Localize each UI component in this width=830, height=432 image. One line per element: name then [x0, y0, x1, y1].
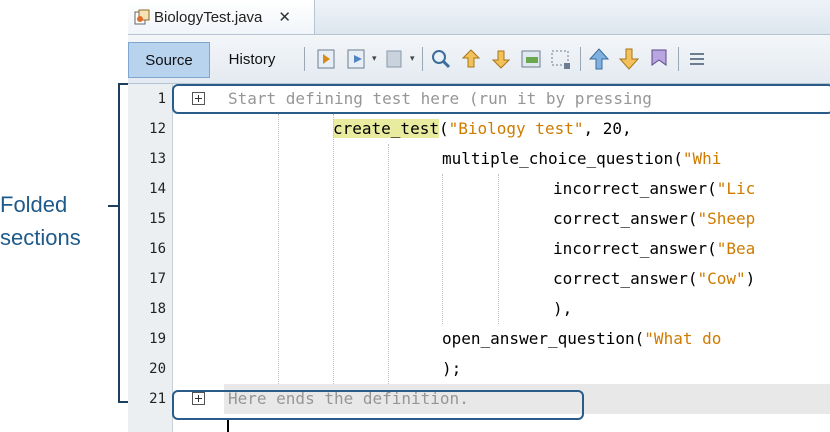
annotation-line-2: sections	[0, 225, 81, 250]
close-icon[interactable]: ✕	[278, 8, 291, 26]
annotation-line-1: Folded	[0, 192, 68, 217]
find-icon[interactable]	[428, 45, 454, 73]
java-file-icon	[134, 9, 150, 25]
code-token: , 20,	[583, 119, 632, 138]
toggle-rectangular-selection-icon[interactable]	[548, 45, 574, 73]
toggle-highlight-icon[interactable]	[518, 45, 544, 73]
line-number: 20	[149, 361, 166, 377]
string-literal: "Biology test"	[448, 119, 584, 138]
editor-toolbar: Source History ▾ ▾	[128, 35, 830, 84]
code-text: ),	[553, 299, 573, 318]
code-token: incorrect_answer(	[553, 239, 717, 258]
bracket-pointer	[108, 205, 118, 207]
tab-history[interactable]: History	[212, 42, 292, 76]
tab-biologytest-java[interactable]: BiologyTest.java ✕	[128, 0, 315, 34]
toolbar-separator	[422, 47, 423, 71]
string-literal: "Bea	[716, 239, 756, 258]
indent-guide	[442, 174, 443, 324]
annotation-bracket	[118, 83, 120, 403]
code-token: multiple_choice_question(	[442, 149, 683, 168]
line-number: 14	[149, 181, 166, 197]
string-literal: "Whi	[682, 149, 722, 168]
next-bookmark-icon[interactable]	[616, 45, 642, 73]
line-number: 13	[149, 151, 166, 167]
code-line[interactable]: 17 correct_answer("Cow")	[128, 264, 830, 294]
code-token: incorrect_answer(	[553, 179, 717, 198]
code-line[interactable]: 19 open_answer_question("What do	[128, 324, 830, 354]
toggle-bookmark-icon[interactable]	[646, 45, 672, 73]
code-line[interactable]: 15 correct_answer("Sheep	[128, 204, 830, 234]
line-number: 18	[149, 301, 166, 317]
code-token: correct_answer(	[553, 209, 698, 228]
code-line[interactable]: 18 ),	[128, 294, 830, 324]
code-line[interactable]: 14 incorrect_answer("Lic	[128, 174, 830, 204]
code-line[interactable]: 20 );	[128, 354, 830, 384]
line-number: 1	[157, 91, 166, 107]
find-next-icon[interactable]	[488, 45, 514, 73]
code-line[interactable]: 13 multiple_choice_question("Whi	[128, 144, 830, 174]
text-caret	[227, 418, 229, 432]
indent-guide	[333, 114, 334, 384]
tab-label: BiologyTest.java	[154, 8, 263, 26]
code-text: create_test("Biology test", 20,	[333, 114, 632, 144]
code-line[interactable]: 16 incorrect_answer("Bea	[128, 234, 830, 264]
code-token: (	[438, 119, 449, 138]
chevron-down-icon[interactable]: ▾	[372, 55, 380, 64]
code-token: )	[745, 269, 756, 288]
line-number: 21	[149, 391, 166, 407]
highlighted-identifier: create_test	[333, 119, 439, 138]
toolbar-separator	[580, 47, 581, 71]
back-icon[interactable]	[314, 45, 340, 73]
folded-section-callout	[172, 84, 830, 114]
toolbar-separator	[678, 47, 679, 71]
string-literal: "Lic	[716, 179, 756, 198]
indent-guide	[498, 174, 499, 324]
string-literal: "What do	[644, 329, 722, 348]
code-text: open_answer_question("What do	[442, 324, 721, 354]
code-line[interactable]: 12 create_test("Biology test", 20,	[128, 114, 830, 144]
code-text: correct_answer("Sheep	[553, 204, 755, 234]
history-dropdown-icon[interactable]	[382, 45, 408, 73]
ide-screenshot: Folded sections BiologyTest.java ✕ Sourc…	[0, 0, 830, 432]
code-text: incorrect_answer("Lic	[553, 174, 755, 204]
code-text: );	[442, 359, 462, 378]
chevron-down-icon[interactable]: ▾	[410, 55, 418, 64]
line-number: 12	[149, 121, 166, 137]
line-number: 15	[149, 211, 166, 227]
folded-section-callout	[172, 390, 584, 420]
indent-guide	[278, 114, 279, 384]
line-number: 16	[149, 241, 166, 257]
string-literal: "Cow"	[697, 269, 746, 288]
previous-bookmark-icon[interactable]	[586, 45, 612, 73]
shift-left-icon[interactable]	[684, 45, 710, 73]
indent-guide	[388, 144, 389, 384]
string-literal: "Sheep	[697, 209, 756, 228]
editor-tab-strip: BiologyTest.java ✕	[128, 0, 830, 35]
code-text: incorrect_answer("Bea	[553, 234, 755, 264]
line-number: 19	[149, 331, 166, 347]
code-text: multiple_choice_question("Whi	[442, 144, 721, 174]
forward-icon[interactable]	[344, 45, 370, 73]
annotation-label: Folded sections	[0, 188, 120, 254]
toolbar-separator	[304, 47, 305, 71]
find-previous-icon[interactable]	[458, 45, 484, 73]
code-editor[interactable]: 1 Start defining test here (run it by pr…	[128, 84, 830, 432]
code-text: correct_answer("Cow")	[553, 264, 755, 294]
code-token: open_answer_question(	[442, 329, 645, 348]
code-token: correct_answer(	[553, 269, 698, 288]
line-number: 17	[149, 271, 166, 287]
tab-source[interactable]: Source	[128, 42, 210, 78]
